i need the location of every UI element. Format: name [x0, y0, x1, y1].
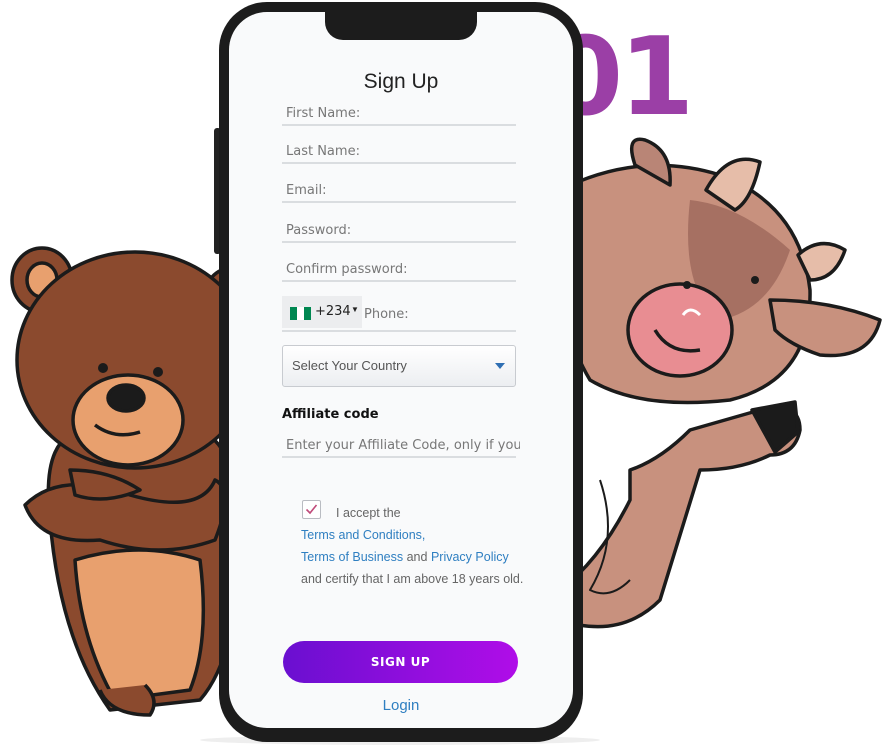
phone-notch	[325, 12, 477, 40]
country-code-dropdown[interactable]: +234 ▼	[282, 296, 362, 328]
terms-conditions-link[interactable]: Terms and Conditions,	[301, 528, 425, 542]
chevron-down-icon	[495, 363, 505, 369]
nigeria-flag-icon	[290, 307, 311, 320]
terms-text: I accept the Terms and Conditions, Terms…	[301, 502, 531, 590]
login-link[interactable]: Login	[229, 697, 573, 714]
privacy-policy-link[interactable]: Privacy Policy	[431, 550, 509, 564]
password-field[interactable]	[282, 221, 520, 243]
dial-code: +234	[315, 304, 351, 319]
terms-business-link[interactable]: Terms of Business	[301, 550, 403, 564]
phone-input[interactable]	[362, 306, 516, 323]
email-field[interactable]	[282, 181, 520, 203]
terms-accept-text: I accept the	[336, 506, 401, 520]
country-select-value: Select Your Country	[292, 358, 407, 373]
cow-mascot	[558, 137, 882, 629]
signup-button[interactable]: SIGN UP	[283, 641, 518, 683]
affiliate-field[interactable]	[282, 436, 520, 458]
confirm-password-field[interactable]	[282, 260, 520, 282]
last-name-input[interactable]	[282, 144, 520, 159]
terms-certify-text: and certify that I am above 18 years old…	[301, 572, 524, 586]
first-name-field[interactable]	[282, 104, 520, 126]
email-input[interactable]	[282, 183, 520, 198]
affiliate-label: Affiliate code	[282, 407, 379, 422]
last-name-field[interactable]	[282, 142, 520, 164]
phone-field: +234 ▼	[282, 296, 516, 332]
affiliate-input[interactable]	[282, 438, 520, 453]
confirm-password-input[interactable]	[282, 262, 520, 277]
phone-screen: Sign Up +234 ▼ Select Your Country Affil…	[229, 12, 573, 728]
country-select[interactable]: Select Your Country	[282, 345, 516, 387]
caret-down-icon: ▼	[351, 305, 359, 314]
terms-and-text: and	[406, 550, 428, 564]
page-title: Sign Up	[363, 70, 439, 93]
password-input[interactable]	[282, 223, 520, 238]
first-name-input[interactable]	[282, 106, 520, 121]
